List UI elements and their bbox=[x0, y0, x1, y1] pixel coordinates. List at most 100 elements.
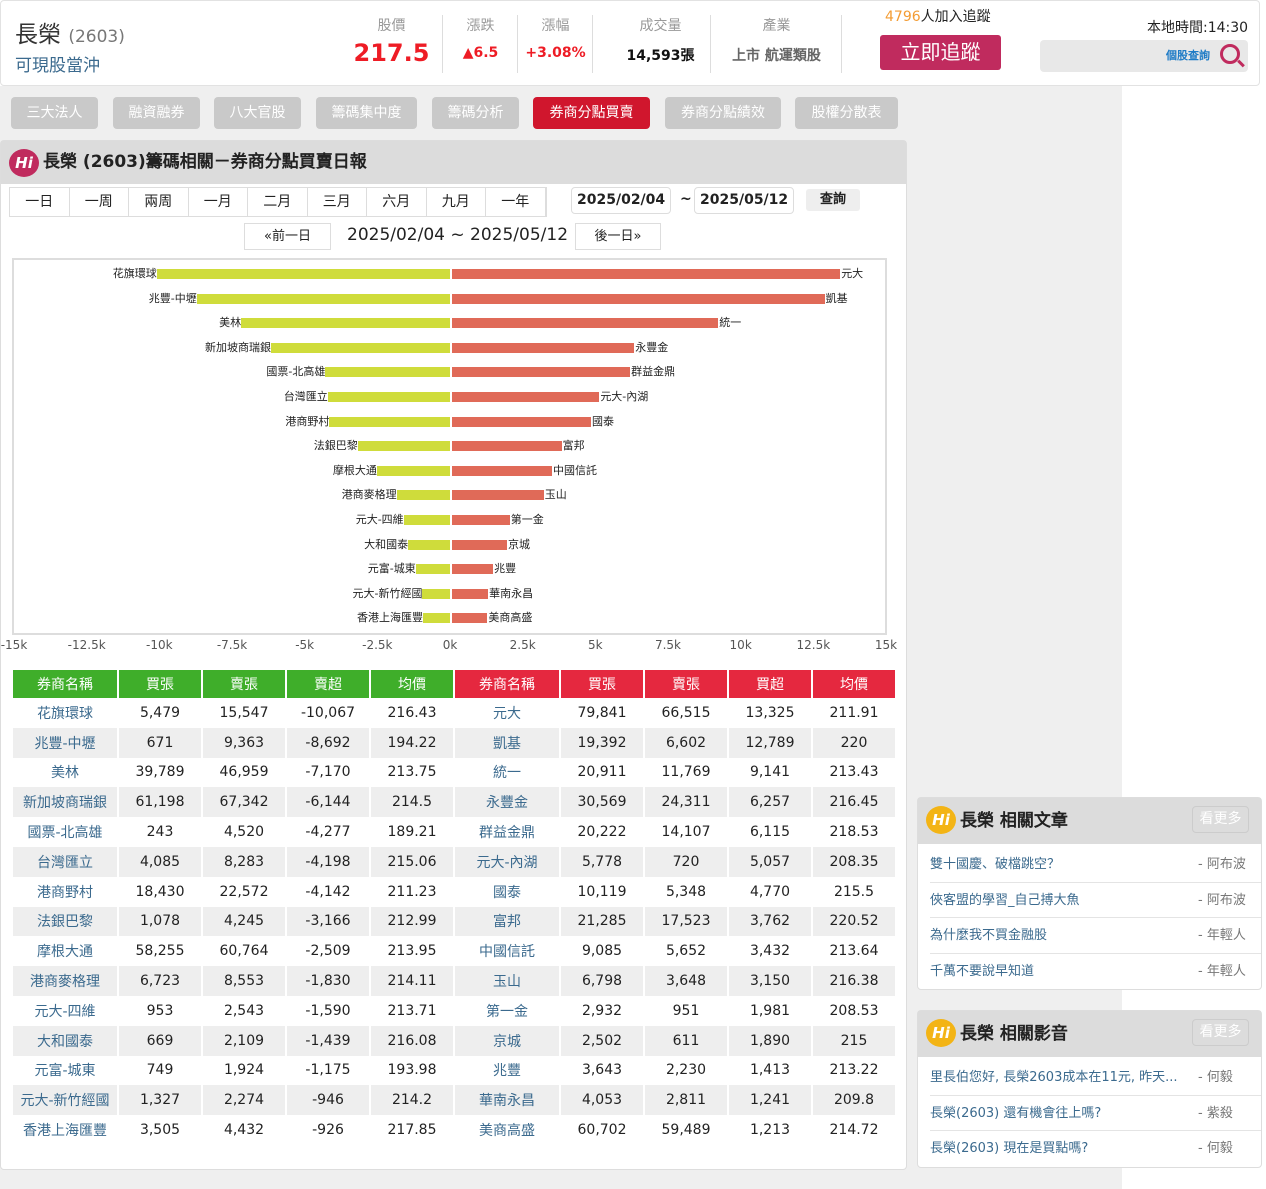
sell-broker-link[interactable]: 美林 bbox=[13, 758, 117, 788]
articles-title: 長榮 相關文章 bbox=[960, 811, 1068, 831]
sell-broker-link[interactable]: 新加坡商瑞銀 bbox=[13, 787, 117, 818]
sell-cell: -4,277 bbox=[305, 824, 351, 841]
stock-search-button[interactable]: 個股查詢 bbox=[1040, 40, 1248, 72]
sell-broker-link[interactable]: 香港上海匯豐 bbox=[13, 1115, 117, 1145]
sell-cell: 243 bbox=[146, 824, 174, 841]
sell-bar bbox=[408, 539, 450, 550]
buy-broker-link[interactable]: 元大 bbox=[455, 698, 559, 728]
sell-broker-link[interactable]: 港商野村 bbox=[13, 877, 117, 907]
articles-item-title[interactable]: 為什麼我不買金融股 bbox=[930, 928, 1047, 943]
sell-cell: -1,830 bbox=[287, 966, 369, 996]
sell-cell: -2,509 bbox=[305, 943, 351, 960]
articles-more-button[interactable]: 看更多 bbox=[1192, 806, 1249, 833]
date-from-input[interactable]: 2025/02/04 bbox=[571, 187, 672, 214]
tab-3[interactable]: 籌碼集中度 bbox=[316, 97, 417, 129]
table-row: 花旗環球 5,479 15,547 -10,067 216.43 元大 79,841 66,5… bbox=[13, 698, 895, 728]
follow-button[interactable]: 立即追蹤 bbox=[880, 35, 1001, 70]
query-button[interactable]: 查詢 bbox=[806, 189, 860, 211]
buy-broker-link[interactable]: 國泰 bbox=[455, 877, 559, 907]
tab-1[interactable]: 融資融券 bbox=[113, 97, 200, 129]
sell-broker-link[interactable]: 國票-北高雄 bbox=[13, 817, 117, 847]
sell-broker-link[interactable]: 港商麥格理 bbox=[13, 966, 117, 996]
videos-item[interactable]: 長榮(2603) 還有機會往上嗎? - 紫殺 bbox=[930, 1096, 1261, 1131]
sell-cell: 669 bbox=[119, 1025, 201, 1056]
sell-broker-link[interactable]: 花旗環球 bbox=[13, 698, 117, 728]
table-row: 兆豐-中壢 671 9,363 -8,692 194.22 凱基 19,392 6,602 12… bbox=[13, 727, 895, 758]
next-day-button[interactable]: 後一日» bbox=[575, 223, 661, 250]
buy-broker-link[interactable]: 富邦 bbox=[455, 906, 559, 937]
sell-broker-link[interactable]: 兆豐-中壢 bbox=[13, 727, 117, 758]
period-8[interactable]: 一年 bbox=[486, 188, 546, 216]
buy-bar bbox=[452, 416, 591, 427]
sell-bar-label: 國票-北高雄 bbox=[266, 365, 326, 379]
articles-item[interactable]: 俠客盟的學習_自己搏大魚 - 阿布波 bbox=[930, 883, 1261, 918]
sell-cell: 46,959 bbox=[219, 764, 269, 781]
buy-broker-link[interactable]: 統一 bbox=[455, 758, 559, 788]
sell-cell: -3,166 bbox=[287, 906, 369, 937]
buy-bar-label: 國泰 bbox=[591, 414, 614, 428]
buy-broker-link[interactable]: 美商高盛 bbox=[455, 1115, 559, 1145]
sell-cell: 5,479 bbox=[139, 704, 181, 721]
videos-item[interactable]: 里長伯您好, 長榮2603成本在11元, 昨天... - 何毅 bbox=[930, 1060, 1261, 1096]
tab-7[interactable]: 股權分散表 bbox=[795, 97, 898, 129]
axis-tick-label: 7.5k bbox=[654, 638, 682, 652]
period-3[interactable]: 一月 bbox=[189, 188, 248, 216]
tab-0[interactable]: 三大法人 bbox=[11, 97, 98, 129]
sell-header: 買張 bbox=[119, 670, 201, 698]
axis-tick-label: 2.5k bbox=[509, 638, 536, 652]
period-5[interactable]: 三月 bbox=[308, 188, 367, 216]
articles-item-title[interactable]: 千萬不要說早知道 bbox=[930, 964, 1034, 979]
videos-more-button[interactable]: 看更多 bbox=[1192, 1019, 1249, 1046]
buy-broker-link[interactable]: 兆豐 bbox=[455, 1056, 559, 1086]
tab-5[interactable]: 券商分點買賣 bbox=[533, 97, 650, 129]
tab-4[interactable]: 籌碼分析 bbox=[432, 97, 519, 129]
period-1[interactable]: 一周 bbox=[70, 188, 129, 216]
sell-bar-label: 元大-四維 bbox=[355, 513, 404, 526]
date-to-input[interactable]: 2025/05/12 bbox=[694, 187, 795, 214]
buy-cell: 611 bbox=[645, 1025, 727, 1056]
articles-item-title[interactable]: 雙十國慶、破檔跳空？ bbox=[930, 857, 1060, 872]
table-row: 新加坡商瑞銀 61,198 67,342 -6,144 214.5 永豐金 30,569 24… bbox=[13, 787, 895, 818]
videos-item[interactable]: 長榮(2603) 現在是買點嗎? - 何毅 bbox=[930, 1131, 1261, 1167]
sell-broker-link[interactable]: 元大-新竹經國 bbox=[13, 1085, 117, 1116]
sell-broker-link[interactable]: 元大-四維 bbox=[13, 996, 117, 1026]
buy-broker-link[interactable]: 凱基 bbox=[455, 727, 559, 758]
articles-item[interactable]: 雙十國慶、破檔跳空？ - 阿布波 bbox=[930, 847, 1261, 883]
sell-broker-link[interactable]: 摩根大通 bbox=[13, 936, 117, 966]
period-2[interactable]: 兩周 bbox=[129, 188, 189, 216]
sell-broker-link[interactable]: 元富-城東 bbox=[13, 1056, 117, 1086]
videos-item-title[interactable]: 長榮(2603) 還有機會往上嗎? bbox=[930, 1106, 1101, 1121]
sell-cell: 4,085 bbox=[119, 846, 201, 877]
period-6[interactable]: 六月 bbox=[367, 188, 427, 216]
period-selector: 一日 一周 兩周 一月 二月 三月 六月 九月 一年 bbox=[9, 187, 547, 217]
videos-item-author: - 何毅 bbox=[1198, 1070, 1233, 1085]
buy-broker-link[interactable]: 華南永昌 bbox=[455, 1085, 559, 1116]
articles-item[interactable]: 為什麼我不買金融股 - 年輕人 bbox=[930, 918, 1261, 954]
buy-broker-link[interactable]: 元大-內湖 bbox=[455, 846, 559, 877]
period-7[interactable]: 九月 bbox=[427, 188, 486, 216]
tab-2[interactable]: 八大官股 bbox=[214, 97, 301, 129]
sell-broker-link[interactable]: 法銀巴黎 bbox=[13, 906, 117, 937]
buy-broker-link[interactable]: 第一金 bbox=[455, 996, 559, 1026]
articles-item[interactable]: 千萬不要說早知道 - 年輕人 bbox=[930, 954, 1261, 990]
videos-item-title[interactable]: 長榮(2603) 現在是買點嗎? bbox=[930, 1141, 1088, 1156]
buy-broker-link[interactable]: 中國信託 bbox=[455, 936, 559, 966]
articles-item-title[interactable]: 俠客盟的學習_自己搏大魚 bbox=[930, 893, 1080, 908]
buy-broker-link[interactable]: 玉山 bbox=[455, 966, 559, 996]
sell-broker-link[interactable]: 大和國泰 bbox=[13, 1025, 117, 1056]
buy-cell: 218.53 bbox=[829, 824, 879, 841]
buy-cell: 10,119 bbox=[577, 883, 627, 900]
articles-item-author: - 阿布波 bbox=[1198, 857, 1246, 872]
buy-broker-link[interactable]: 群益金鼎 bbox=[455, 817, 559, 847]
table-row: 台灣匯立 4,085 8,283 -4,198 215.06 元大-內湖 5,778 720 5… bbox=[13, 846, 895, 877]
period-4[interactable]: 二月 bbox=[248, 188, 308, 216]
sell-bar bbox=[422, 588, 450, 599]
videos-item-title[interactable]: 里長伯您好, 長榮2603成本在11元, 昨天... bbox=[930, 1070, 1178, 1085]
buy-bar-label: 統一 bbox=[719, 316, 742, 330]
period-0[interactable]: 一日 bbox=[10, 188, 70, 216]
tab-6[interactable]: 券商分點績效 bbox=[665, 97, 781, 129]
buy-broker-link[interactable]: 京城 bbox=[455, 1025, 559, 1056]
buy-broker-link[interactable]: 永豐金 bbox=[455, 787, 559, 818]
prev-day-button[interactable]: «前一日 bbox=[244, 223, 331, 250]
sell-broker-link[interactable]: 台灣匯立 bbox=[13, 846, 117, 877]
